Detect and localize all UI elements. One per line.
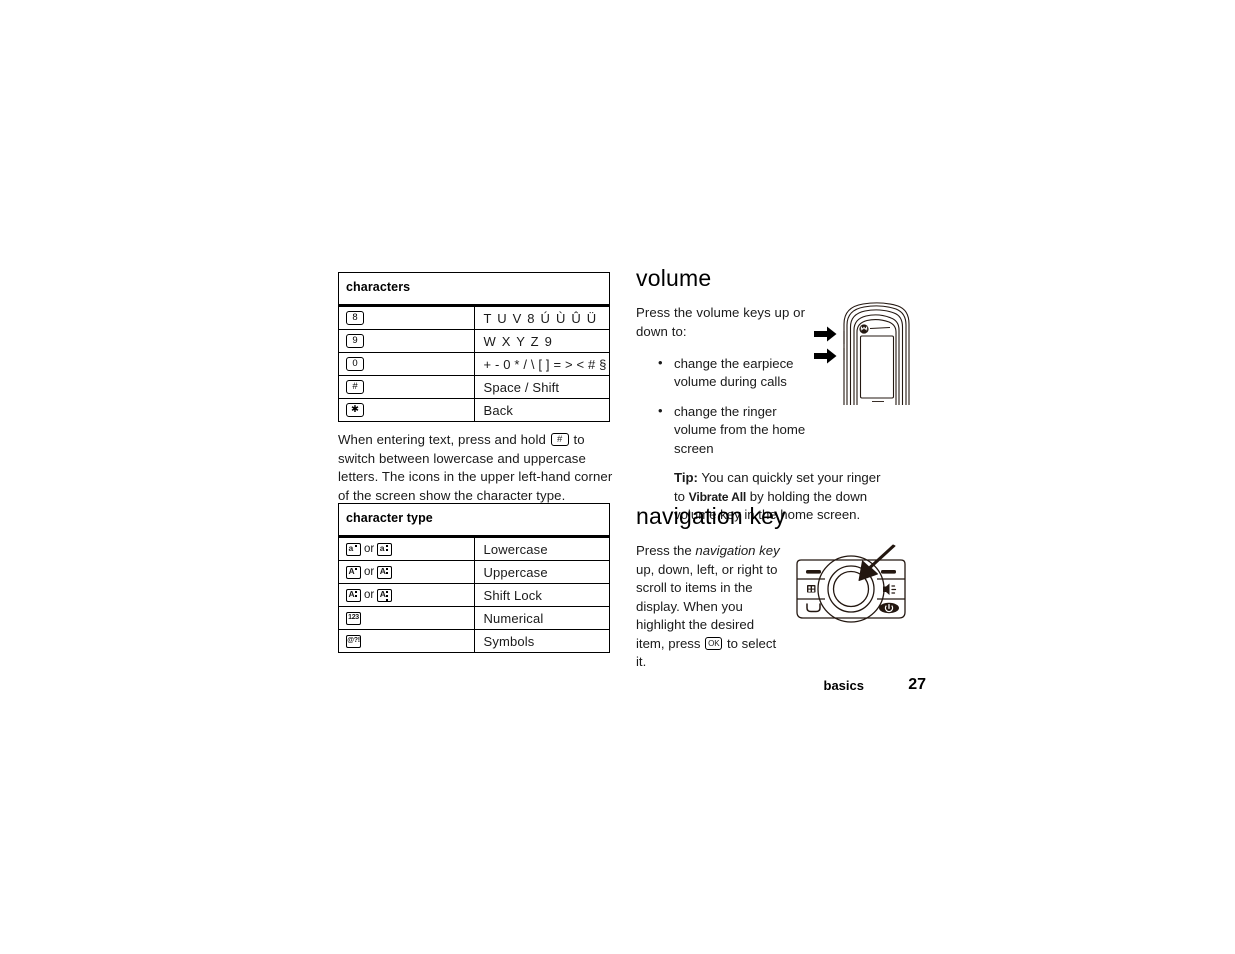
character-type-label: Symbols — [474, 629, 610, 653]
indicator-cell: A or A — [338, 560, 475, 584]
indicator-cell: a or a — [338, 536, 475, 561]
key-cell: # — [338, 375, 475, 399]
vibrate-all-emphasis: Vibrate All — [688, 489, 747, 504]
characters-cell: Back — [474, 398, 610, 422]
characters-cell: T U V 8 Ú Ù Û Ü — [474, 305, 610, 330]
volume-heading: volume — [636, 265, 712, 291]
entering-text-paragraph: When entering text, press and hold # to … — [338, 431, 616, 505]
character-type-label: Shift Lock — [474, 583, 610, 607]
characters-cell: W X Y Z 9 — [474, 329, 610, 353]
table-caption-row: character type — [338, 503, 610, 538]
nav-text-before: Press the — [636, 543, 692, 559]
table-row: A or A Shift Lock — [338, 583, 610, 607]
key-cell: 9 — [338, 329, 475, 353]
shift-lock-icon-b: A — [377, 588, 393, 602]
indicator-cell: A or A — [338, 583, 475, 607]
characters-table-caption: characters — [338, 272, 610, 307]
key-cell: 8 — [338, 305, 475, 330]
keypad-hash-icon: # — [346, 380, 364, 394]
list-item: change the ringer volume from the home s… — [636, 402, 821, 459]
shift-lock-icon-a: A — [346, 588, 361, 602]
table-row: a or a Lowercase — [338, 536, 610, 561]
character-type-table-wrapper: character type a or a Lowercase A or A U… — [338, 503, 610, 653]
character-type-label: Numerical — [474, 606, 610, 630]
navigation-key-paragraph: Press the navigation key up, down, left,… — [636, 542, 786, 672]
navigation-key-term: navigation key — [695, 543, 780, 559]
character-type-table: character type a or a Lowercase A or A U… — [338, 503, 610, 653]
table-row: 123 Numerical — [338, 606, 610, 630]
characters-cell: + - 0 * / \ [ ] = > < # § — [474, 352, 610, 376]
table-row: 0 + - 0 * / \ [ ] = > < # § — [338, 352, 610, 376]
table-row: 9 W X Y Z 9 — [338, 329, 610, 353]
table-row: 8 T U V 8 Ú Ù Û Ü — [338, 305, 610, 330]
key-cell: 0 — [338, 352, 475, 376]
navigation-key-illustration — [795, 540, 907, 636]
uppercase-double-shift-icon: A — [377, 565, 393, 579]
characters-cell: Space / Shift — [474, 375, 610, 399]
table-row: ✱ Back — [338, 398, 610, 422]
indicator-cell: 123 — [338, 606, 475, 630]
table-row: @?! Symbols — [338, 629, 610, 653]
character-type-label: Lowercase — [474, 536, 610, 561]
list-item: change the earpiece volume during calls — [636, 354, 821, 392]
lowercase-single-shift-icon: a — [346, 542, 361, 556]
indicator-cell: @?! — [338, 629, 475, 653]
phone-side-volume-keys-illustration — [814, 298, 914, 406]
keypad-9-icon: 9 — [346, 334, 364, 348]
symbols-mode-icon: @?! — [346, 634, 361, 648]
key-cell: ✱ — [338, 398, 475, 422]
keypad-hash-icon: # — [550, 432, 569, 447]
volume-intro-paragraph: Press the volume keys up or down to: — [636, 305, 806, 339]
or-label: or — [364, 543, 375, 555]
page-footer: basics 27 — [636, 676, 926, 700]
footer-chapter-label: basics — [823, 678, 864, 693]
ok-key-icon: OK — [705, 636, 723, 651]
table-caption-row: characters — [338, 272, 610, 307]
left-column: characters 8 T U V 8 Ú Ù Û Ü 9 W X Y Z 9 — [338, 272, 610, 422]
character-type-label: Uppercase — [474, 560, 610, 584]
table-row: A or A Uppercase — [338, 560, 610, 584]
navigation-key-heading: navigation key — [636, 503, 786, 529]
characters-table: characters 8 T U V 8 Ú Ù Û Ü 9 W X Y Z 9 — [338, 272, 610, 422]
keypad-8-icon: 8 — [346, 311, 364, 325]
tip-label: Tip: — [674, 470, 698, 486]
or-label: or — [364, 589, 375, 601]
or-label: or — [364, 566, 375, 578]
volume-bullet-list: change the earpiece volume during calls … — [636, 354, 821, 459]
manual-page: characters 8 T U V 8 Ú Ù Û Ü 9 W X Y Z 9 — [0, 0, 1235, 954]
paragraph-part-1: When entering text, press and hold — [338, 432, 546, 448]
numerical-mode-icon: 123 — [346, 611, 361, 625]
table-row: # Space / Shift — [338, 375, 610, 399]
keypad-star-icon: ✱ — [346, 403, 364, 417]
lowercase-double-shift-icon: a — [377, 542, 393, 556]
uppercase-single-shift-icon: A — [346, 565, 361, 579]
keypad-0-icon: 0 — [346, 357, 364, 371]
page-number: 27 — [908, 676, 926, 693]
character-type-table-caption: character type — [338, 503, 610, 538]
